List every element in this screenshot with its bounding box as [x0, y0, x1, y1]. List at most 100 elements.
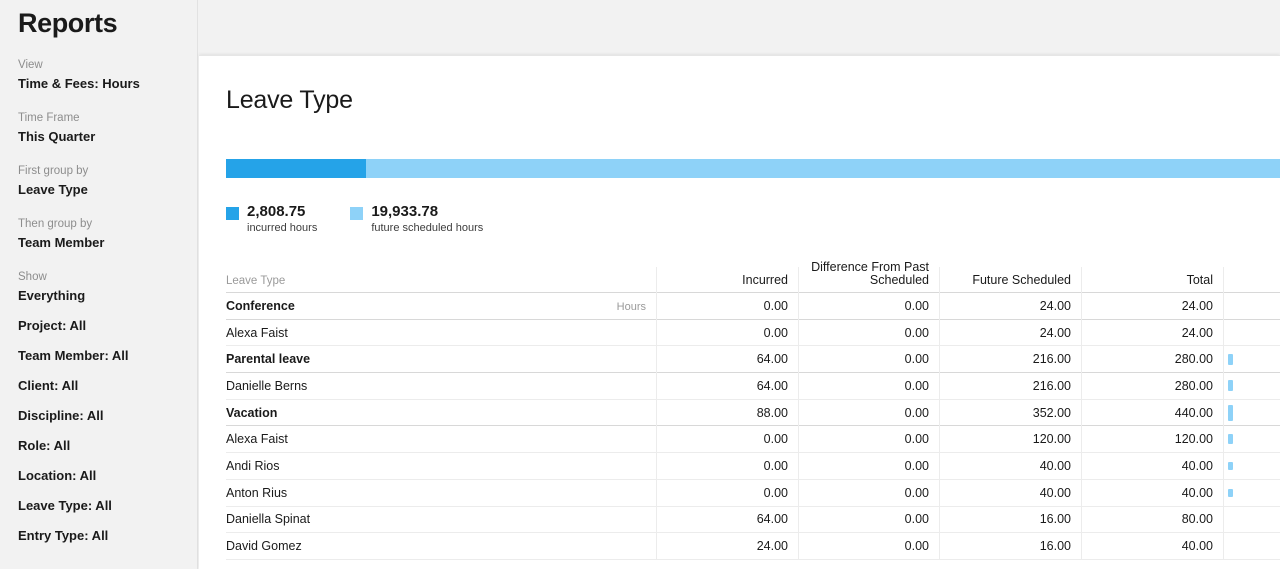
cell-incurred: 0.00 — [763, 298, 788, 313]
sidebar-filter-location[interactable]: Location: All — [18, 467, 179, 484]
column-divider-5 — [1223, 267, 1224, 560]
table-row[interactable]: Alexa Faist 0.00 0.00 24.00 24.00 — [226, 320, 1280, 347]
reports-page: Reports View Time & Fees: Hours Time Frame… — [0, 0, 1280, 569]
cell-difference-from-past-scheduled: 0.00 — [904, 352, 929, 367]
table-row[interactable]: Danielle Berns 64.00 0.00 216.00 280.00 — [226, 373, 1280, 400]
cell-sparkbar — [1223, 461, 1280, 470]
member-name-cell[interactable]: Alexa Faist — [226, 326, 656, 340]
legend-value: 19,933.78 — [371, 203, 439, 220]
sidebar-filter-team-member[interactable]: Team Member: All — [18, 347, 179, 364]
sidebar: Reports View Time & Fees: Hours Time Frame… — [0, 0, 198, 569]
bar-segment-future-scheduled[interactable] — [366, 159, 1280, 178]
filter-value[interactable]: Leave Type — [18, 181, 179, 198]
column-header-leave-type[interactable]: Leave Type — [226, 275, 656, 292]
row-mini-bar — [1228, 488, 1233, 497]
cell-sparkbar — [1223, 488, 1280, 497]
row-mini-bar — [1228, 353, 1233, 365]
sidebar-filter-project[interactable]: Project: All — [18, 317, 179, 334]
row-label: Danielle Berns — [226, 378, 308, 393]
cell-future-scheduled: 352.00 — [1032, 405, 1071, 420]
table-row[interactable]: Alexa Faist 0.00 0.00 120.00 120.00 — [226, 426, 1280, 454]
bar-segment-incurred[interactable] — [226, 159, 367, 178]
sidebar-filter-client[interactable]: Client: All — [18, 377, 179, 394]
row-label: Parental leave — [226, 352, 311, 367]
member-name-cell[interactable]: Anton Rius — [226, 486, 656, 500]
cell-difference-from-past-scheduled: 0.00 — [904, 458, 929, 473]
member-name-cell[interactable]: Alexa Faist — [226, 432, 656, 446]
cell-sparkbar — [1223, 404, 1280, 421]
legend-item: 2,808.75 incurred hours — [226, 203, 317, 235]
filter-label: View — [18, 59, 43, 71]
legend-value: 2,808.75 — [247, 203, 306, 220]
table-row[interactable]: Anton Rius 0.00 0.00 40.00 40.00 — [226, 480, 1280, 507]
cell-difference-from-past-scheduled: 0.00 — [904, 378, 929, 393]
filter-group[interactable]: View Time & Fees: Hours — [18, 58, 179, 92]
cell-difference-from-past-scheduled: 0.00 — [904, 298, 929, 313]
row-label: Andi Rios — [226, 458, 280, 473]
cell-difference-from-past-scheduled: 0.00 — [904, 485, 929, 500]
column-divider-4 — [1081, 267, 1082, 560]
column-header-future-scheduled[interactable]: Future Scheduled — [939, 273, 1081, 292]
cell-incurred: 0.00 — [763, 325, 788, 340]
column-header-difference-from-past-scheduled[interactable]: Difference From Past Scheduled — [798, 261, 939, 292]
column-divider-3 — [939, 267, 940, 560]
sidebar-filter-role[interactable]: Role: All — [18, 437, 179, 454]
filter-value[interactable]: Team Member — [18, 234, 179, 251]
filter-group[interactable]: Then group by Team Member — [18, 217, 179, 251]
filter-label: Show — [18, 271, 47, 283]
incurred-swatch — [226, 207, 239, 220]
column-header-incurred[interactable]: Incurred — [656, 273, 798, 292]
row-label: Anton Rius — [226, 485, 288, 500]
column-header-difference-line2: Scheduled — [869, 273, 929, 287]
cell-incurred: 0.00 — [763, 458, 788, 473]
row-mini-bar — [1228, 461, 1233, 470]
group-name-cell[interactable]: Conference Hours — [226, 299, 656, 313]
future-scheduled-swatch — [350, 207, 364, 220]
table-row[interactable]: Daniella Spinat 64.00 0.00 16.00 80.00 — [226, 507, 1280, 534]
filter-group[interactable]: Time Frame This Quarter — [18, 111, 179, 145]
cell-difference-from-past-scheduled: 0.00 — [904, 325, 929, 340]
table-row[interactable]: David Gomez 24.00 0.00 16.00 40.00 — [226, 533, 1280, 560]
cell-future-scheduled: 40.00 — [1039, 485, 1071, 500]
cell-future-scheduled: 16.00 — [1039, 512, 1071, 527]
sidebar-filter-entry-type[interactable]: Entry Type: All — [18, 527, 179, 544]
row-label: Daniella Spinat — [226, 512, 311, 527]
cell-total: 280.00 — [1174, 352, 1213, 367]
cell-incurred: 0.00 — [763, 485, 788, 500]
group-name-cell[interactable]: Vacation — [226, 406, 656, 420]
report-panel: Leave Type 2,808.75 incurred hours 19,933.… — [199, 55, 1280, 569]
member-name-cell[interactable]: Daniella Spinat — [226, 512, 656, 526]
member-name-cell[interactable]: David Gomez — [226, 539, 656, 553]
sidebar-filter-leave-type[interactable]: Leave Type: All — [18, 497, 179, 514]
filter-value[interactable]: Everything — [18, 287, 179, 304]
row-label: David Gomez — [226, 539, 302, 554]
cell-incurred: 64.00 — [756, 352, 788, 367]
member-name-cell[interactable]: Danielle Berns — [226, 379, 656, 393]
table-row[interactable]: Andi Rios 0.00 0.00 40.00 40.00 — [226, 453, 1280, 480]
cell-future-scheduled: 216.00 — [1032, 352, 1071, 367]
cell-future-scheduled: 216.00 — [1032, 378, 1071, 393]
filter-value[interactable]: This Quarter — [18, 128, 179, 145]
cell-future-scheduled: 24.00 — [1039, 298, 1071, 313]
member-name-cell[interactable]: Andi Rios — [226, 459, 656, 473]
cell-incurred: 0.00 — [763, 432, 788, 447]
cell-future-scheduled: 40.00 — [1039, 458, 1071, 473]
filter-group[interactable]: Show Everything — [18, 270, 179, 304]
legend-caption: future scheduled hours — [371, 222, 484, 234]
cell-sparkbar — [1223, 353, 1280, 365]
sidebar-filter-discipline[interactable]: Discipline: All — [18, 407, 179, 424]
filter-value[interactable]: Time & Fees: Hours — [18, 75, 179, 92]
cell-total: 40.00 — [1181, 485, 1213, 500]
unit-label: Hours — [616, 300, 646, 313]
table-row[interactable]: Vacation 88.00 0.00 352.00 440.00 — [226, 400, 1280, 427]
cell-future-scheduled: 24.00 — [1039, 325, 1071, 340]
report-title: Leave Type — [226, 86, 353, 114]
table-row[interactable]: Conference Hours 0.00 0.00 24.00 24.00 — [226, 293, 1280, 320]
filter-group[interactable]: First group by Leave Type — [18, 164, 179, 198]
chart-legend: 2,808.75 incurred hours 19,933.78 future sc… — [226, 203, 1280, 235]
column-header-spark — [1223, 287, 1280, 292]
table-row[interactable]: Parental leave 64.00 0.00 216.00 280.00 — [226, 346, 1280, 374]
column-header-total[interactable]: Total — [1081, 273, 1223, 292]
group-name-cell[interactable]: Parental leave — [226, 352, 656, 366]
simple-filter-list: Project: All Team Member: All Client: All D… — [18, 317, 179, 544]
